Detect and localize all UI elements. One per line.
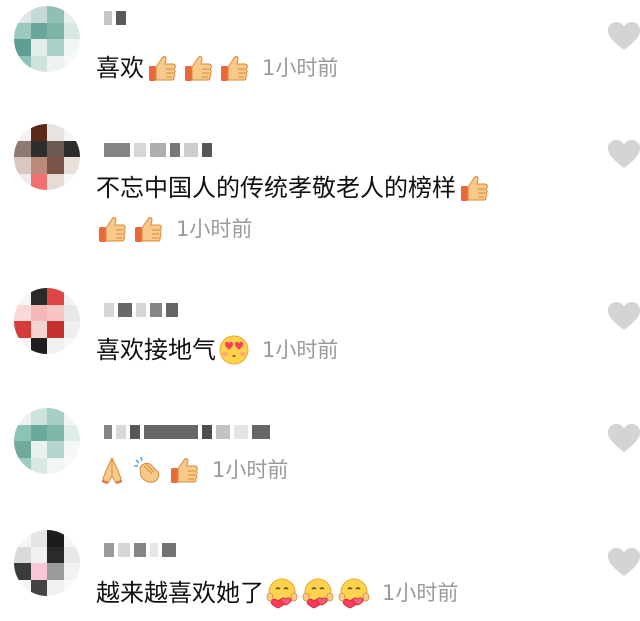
comment-timestamp: 1小时前 [262,338,339,362]
folded-hands-emoji [96,454,128,486]
clapping-hands-emoji [132,454,164,486]
comment-line: 越来越喜欢她了 1小时前 [96,577,458,609]
username-blurred[interactable] [104,300,178,320]
username-blurred[interactable] [104,8,126,28]
comment-timestamp: 1小时前 [262,56,339,80]
comment-timestamp: 1小时前 [176,217,253,241]
avatar[interactable] [14,6,80,72]
comment-line-2: 1小时前 [96,213,252,245]
heart-like-icon[interactable] [606,20,640,52]
comment-text: 喜欢 [96,54,144,82]
heart-like-icon[interactable] [606,300,640,332]
comment-timestamp: 1小时前 [212,458,289,482]
thumbs-up-emoji [182,52,214,84]
comment-text: 越来越喜欢她了 [96,579,264,607]
avatar[interactable] [14,530,80,596]
thumbs-up-emoji [96,213,128,245]
username-blurred[interactable] [104,140,212,160]
thumbs-up-emoji [132,213,164,245]
heart-hug-emoji [338,577,370,609]
comment-line: 喜欢接地气 1小时前 [96,334,338,366]
heart-like-icon[interactable] [606,422,640,454]
comment-line: 喜欢 1小时前 [96,52,338,84]
comment-text: 不忘中国人的传统孝敬老人的榜样 [96,174,456,202]
thumbs-up-emoji [218,52,250,84]
comment-timestamp: 1小时前 [382,581,459,605]
avatar[interactable] [14,288,80,354]
heart-hug-emoji [302,577,334,609]
thumbs-up-emoji [458,172,490,204]
avatar[interactable] [14,408,80,474]
heart-like-icon[interactable] [606,546,640,578]
username-blurred[interactable] [104,540,176,560]
heart-hug-emoji [266,577,298,609]
heart-eyes-emoji [218,334,250,366]
avatar[interactable] [14,124,80,190]
thumbs-up-emoji [146,52,178,84]
comment-line: 不忘中国人的传统孝敬老人的榜样 [96,172,492,204]
comment-line: 1小时前 [96,454,288,486]
username-blurred[interactable] [104,422,270,442]
heart-like-icon[interactable] [606,138,640,170]
thumbs-up-emoji [168,454,200,486]
comment-text: 喜欢接地气 [96,336,216,364]
